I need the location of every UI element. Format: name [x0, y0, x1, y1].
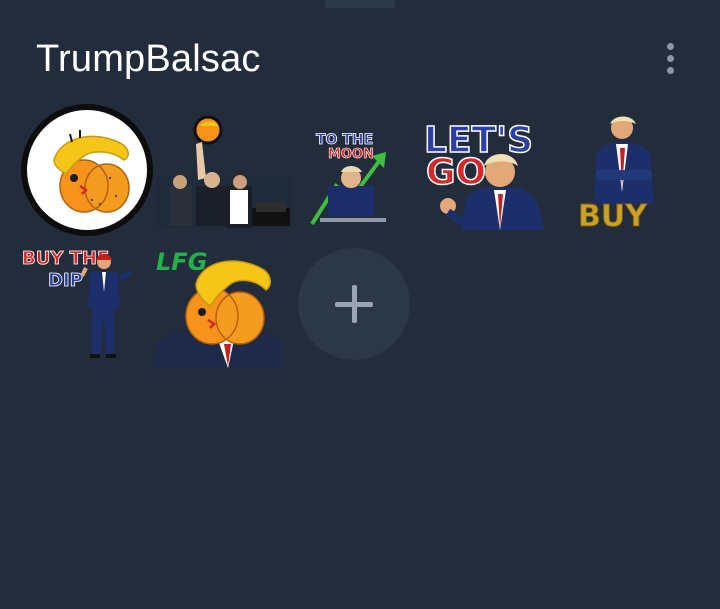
drag-handle[interactable]: [325, 0, 395, 8]
more-options-button[interactable]: [650, 36, 690, 80]
sticker-pack-panel: TrumpBalsac TO THE MOON LET'S GO BUY BUY…: [0, 0, 720, 609]
buy-sticker-icon: BUY: [578, 116, 654, 232]
buy-text: BUY: [578, 199, 648, 232]
plus-icon-vertical: [352, 285, 357, 323]
balsac-orange-face-icon: [21, 104, 153, 236]
to-the-moon-sticker-icon: TO THE MOON: [310, 132, 386, 226]
lfg-text: LFG: [156, 248, 207, 276]
sticker-rally-photo[interactable]: [156, 116, 290, 228]
buy-the-dip-line2: DIP: [48, 270, 83, 291]
buy-the-dip-sticker-icon: BUY THE DIP: [22, 248, 132, 358]
to-the-moon-line1: TO THE: [316, 132, 373, 148]
more-vertical-icon-dot: [666, 54, 674, 62]
to-the-moon-line2: MOON: [328, 147, 374, 162]
sticker-balsac-face[interactable]: [20, 104, 154, 236]
sticker-lets-go[interactable]: LET'S GO: [422, 118, 548, 234]
sticker-buy-the-dip[interactable]: BUY THE DIP: [20, 246, 136, 362]
sticker-buy[interactable]: BUY: [574, 114, 674, 232]
lfg-sticker-icon: LFG: [154, 248, 282, 368]
more-vertical-icon: [666, 42, 674, 50]
sticker-lfg[interactable]: LFG: [154, 244, 284, 368]
buy-the-dip-line1: BUY THE: [22, 248, 109, 269]
more-vertical-icon-dot: [666, 66, 674, 74]
lets-go-line2: GO: [426, 152, 486, 193]
rally-photo-sticker-icon: [156, 116, 290, 228]
lets-go-sticker-icon: LET'S GO: [423, 119, 544, 230]
pack-title: TrumpBalsac: [36, 38, 261, 80]
sticker-to-the-moon[interactable]: TO THE MOON: [306, 126, 398, 226]
add-sticker-button[interactable]: [298, 248, 410, 360]
